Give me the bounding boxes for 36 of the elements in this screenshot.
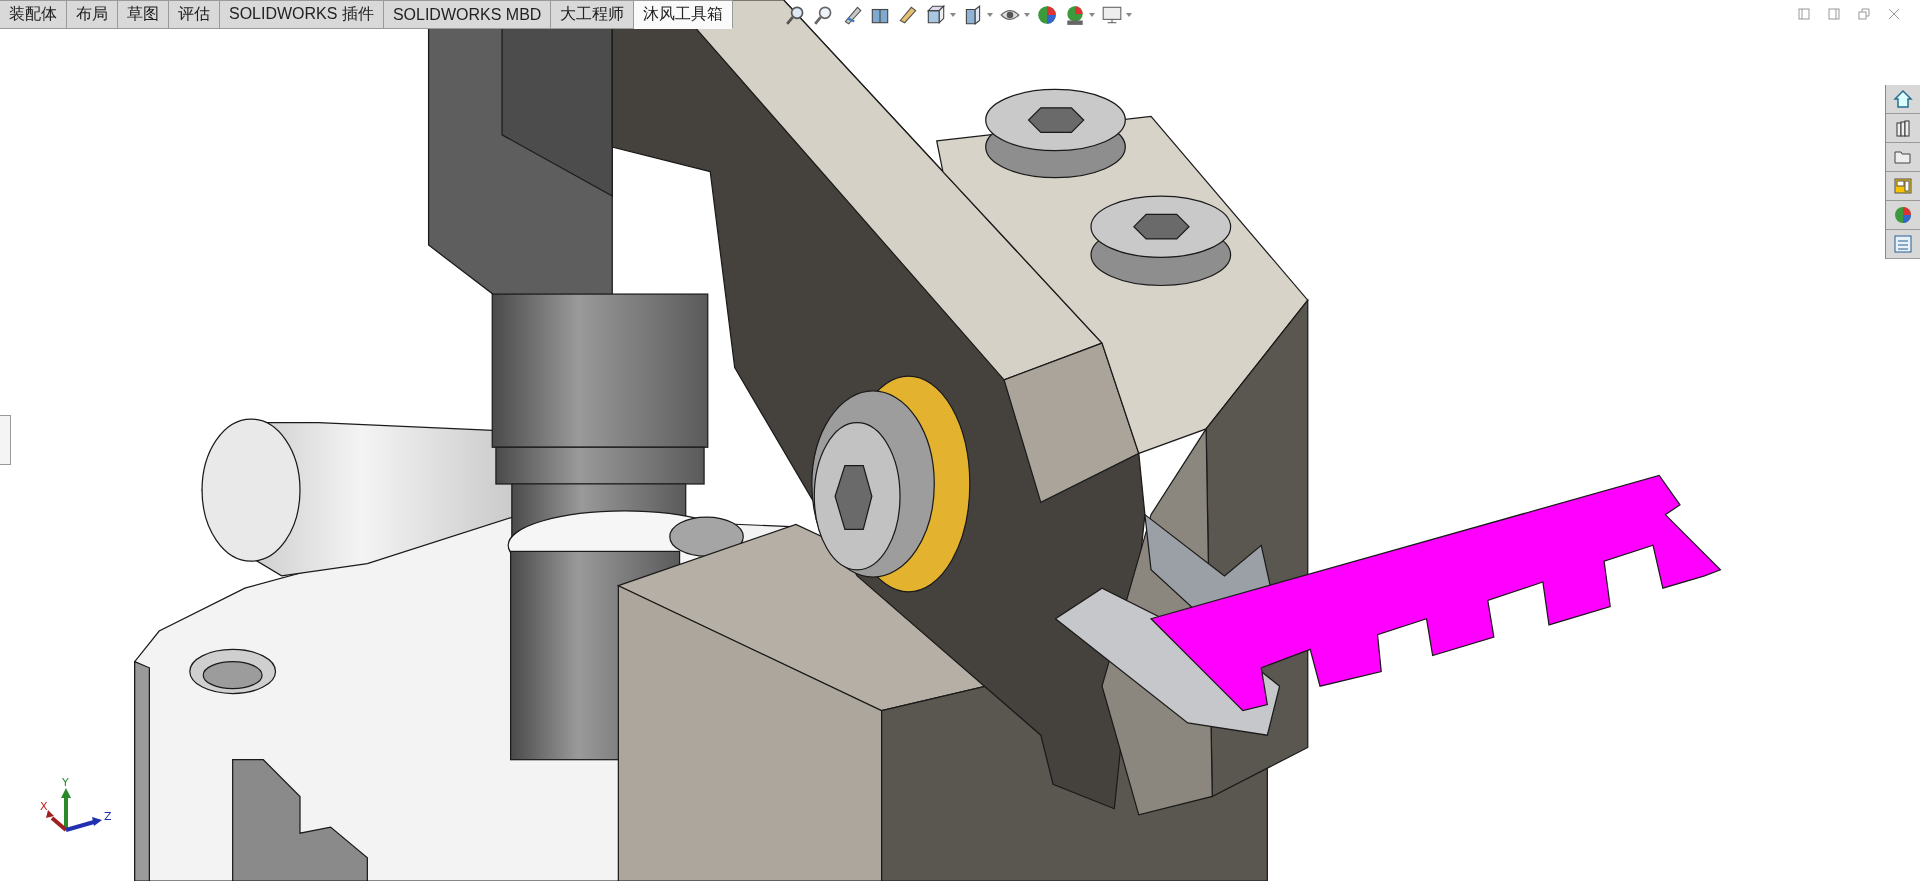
tile-left-icon[interactable]	[1798, 8, 1810, 20]
hex-socket-icon	[1133, 213, 1190, 240]
caret-icon[interactable]	[1126, 13, 1132, 17]
axis-triad: Y X Z	[18, 758, 118, 838]
pencil-icon[interactable]	[897, 4, 919, 26]
restore-icon[interactable]	[1858, 8, 1870, 20]
task-pane-tab[interactable]	[1886, 143, 1920, 172]
color-ball-icon[interactable]	[1064, 4, 1086, 26]
hex-socket-icon	[1027, 107, 1085, 133]
panel-handle[interactable]	[0, 415, 11, 465]
color-ball-icon	[1893, 205, 1913, 225]
monitor-icon[interactable]	[1101, 4, 1123, 26]
caret-icon[interactable]	[987, 13, 993, 17]
ribbon-tab[interactable]: SOLIDWORKS 插件	[220, 0, 384, 29]
ribbon-tab[interactable]: 装配体	[0, 0, 67, 29]
task-pane-tab[interactable]	[1886, 85, 1920, 114]
tile-right-icon[interactable]	[1828, 8, 1840, 20]
task-pane-tab[interactable]	[1886, 230, 1920, 259]
caret-icon[interactable]	[950, 13, 956, 17]
ribbon-tab[interactable]: SOLIDWORKS MBD	[383, 0, 552, 29]
ribbon-tab[interactable]: 沐风工具箱	[634, 0, 734, 29]
color-ball-icon[interactable]	[1036, 4, 1058, 26]
close-icon[interactable]	[1888, 8, 1900, 20]
caret-icon[interactable]	[1024, 13, 1030, 17]
caret-icon[interactable]	[1089, 13, 1095, 17]
ribbon-tab[interactable]: 大工程师	[551, 0, 635, 29]
books-icon	[1893, 118, 1913, 138]
task-pane-tab[interactable]	[1886, 172, 1920, 201]
ribbon-tab[interactable]: 草图	[118, 0, 169, 29]
home-icon	[1893, 89, 1913, 109]
layout-icon	[1893, 176, 1913, 196]
task-pane-tab[interactable]	[1886, 114, 1920, 143]
list-icon	[1893, 234, 1913, 254]
ribbon-tab[interactable]: 评估	[169, 0, 220, 29]
task-pane-tab[interactable]	[1886, 201, 1920, 230]
ribbon-tab[interactable]: 布局	[67, 0, 118, 29]
